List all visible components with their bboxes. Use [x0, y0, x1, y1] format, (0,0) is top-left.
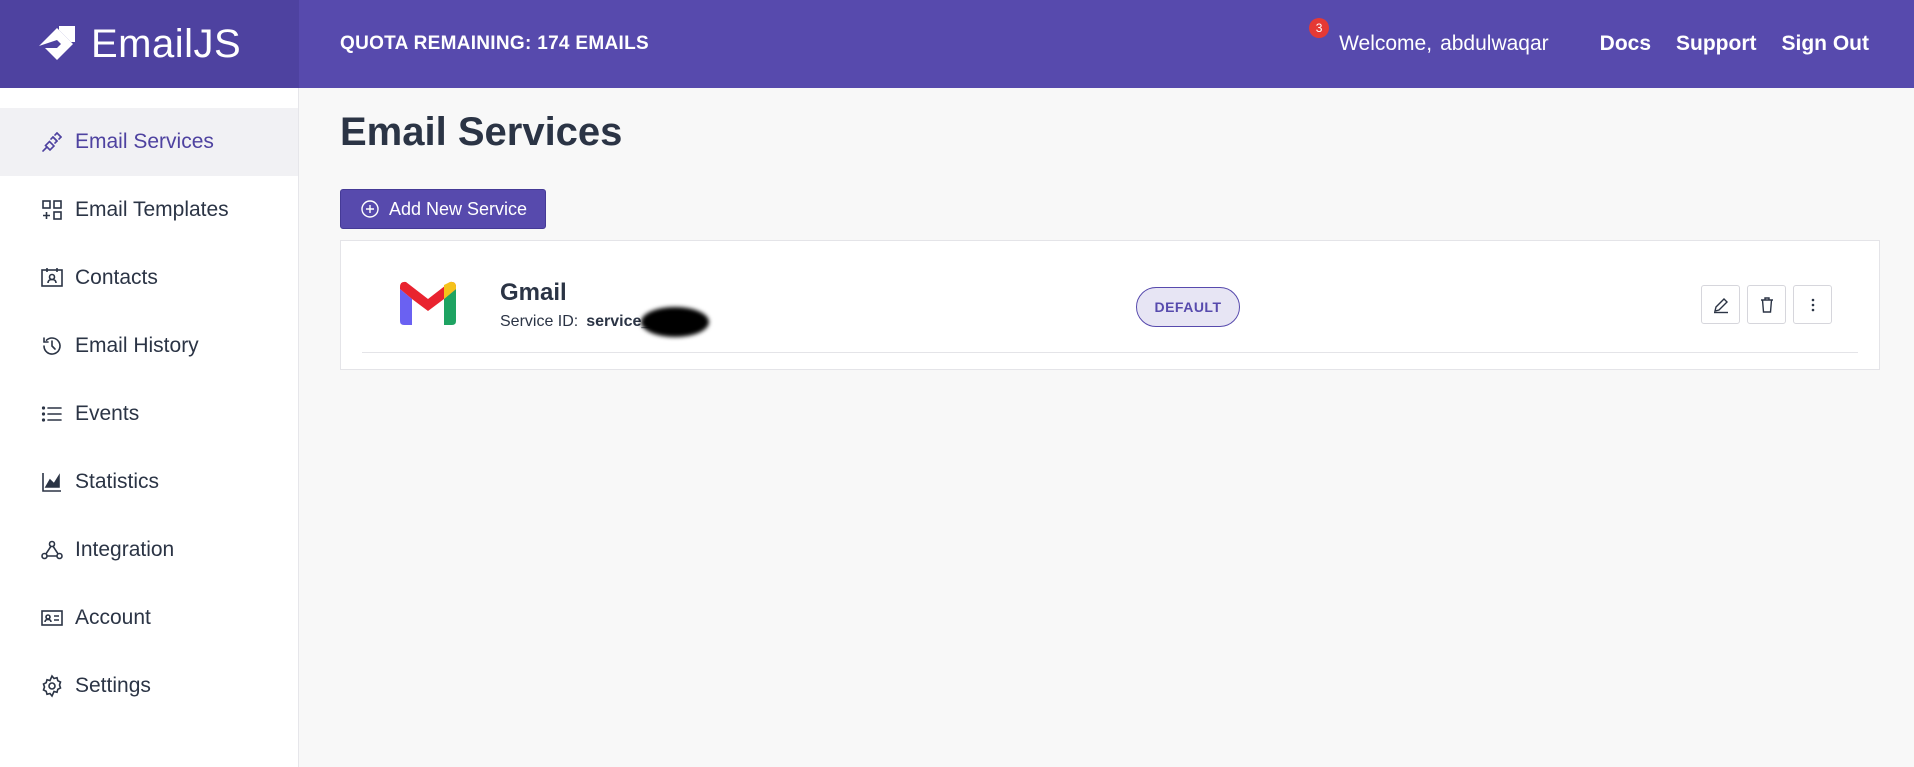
- trash-icon: [1760, 296, 1773, 313]
- templates-icon: [40, 198, 64, 222]
- history-icon: [40, 334, 64, 358]
- sidebar-item-integration[interactable]: Integration: [0, 516, 298, 584]
- sidebar-item-email-templates[interactable]: Email Templates: [0, 176, 298, 244]
- pencil-icon: [1713, 297, 1728, 313]
- sidebar-item-statistics[interactable]: Statistics: [0, 448, 298, 516]
- more-options-button[interactable]: [1793, 285, 1832, 324]
- sidebar-item-account[interactable]: Account: [0, 584, 298, 652]
- sidebar-item-label: Account: [75, 606, 151, 629]
- delete-button[interactable]: [1747, 285, 1786, 324]
- service-id-value: service_: [586, 307, 710, 337]
- sidebar-item-email-history[interactable]: Email History: [0, 312, 298, 380]
- logo[interactable]: EmailJS: [0, 0, 299, 88]
- edit-button[interactable]: [1701, 285, 1740, 324]
- service-id-label: Service ID:: [500, 313, 579, 330]
- id-card-icon: [40, 606, 64, 630]
- header-nav: 3 Welcome, abdulwaqar Docs Support Sign …: [1309, 0, 1870, 88]
- redaction-scribble: [641, 307, 710, 337]
- sign-out-link[interactable]: Sign Out: [1782, 32, 1870, 56]
- top-header: EmailJS QUOTA REMAINING: 174 EMAILS 3 We…: [0, 0, 1914, 88]
- sidebar: Email Services Email Templates Contacts …: [0, 88, 299, 767]
- add-new-service-label: Add New Service: [389, 198, 528, 219]
- quota-remaining: QUOTA REMAINING: 174 EMAILS: [340, 33, 649, 54]
- service-row[interactable]: Gmail Service ID: service_ DEFAULT: [362, 241, 1858, 353]
- notification-badge[interactable]: 3: [1309, 18, 1330, 38]
- service-name: Gmail: [500, 279, 567, 306]
- emailjs-logo-icon: [37, 24, 77, 64]
- plus-circle-icon: [361, 200, 379, 218]
- service-actions: [1701, 285, 1832, 324]
- sidebar-item-contacts[interactable]: Contacts: [0, 244, 298, 312]
- username[interactable]: abdulwaqar: [1440, 32, 1549, 56]
- sidebar-item-email-services[interactable]: Email Services: [0, 108, 298, 176]
- plug-icon: [40, 130, 64, 154]
- gear-icon: [40, 674, 64, 698]
- welcome-text: Welcome,: [1339, 32, 1433, 55]
- support-link[interactable]: Support: [1676, 32, 1756, 56]
- service-card: Gmail Service ID: service_ DEFAULT: [340, 240, 1880, 370]
- sidebar-item-label: Events: [75, 402, 140, 425]
- sidebar-item-label: Email History: [75, 334, 199, 357]
- sidebar-item-label: Integration: [75, 538, 175, 561]
- service-id: Service ID: service_: [500, 307, 710, 337]
- sidebar-item-label: Email Templates: [75, 198, 229, 221]
- page-title: Email Services: [340, 110, 623, 154]
- contacts-icon: [40, 266, 64, 290]
- add-new-service-button[interactable]: Add New Service: [340, 189, 546, 229]
- sidebar-item-settings[interactable]: Settings: [0, 652, 298, 720]
- default-badge: DEFAULT: [1136, 287, 1240, 327]
- chart-icon: [40, 470, 64, 494]
- more-vertical-icon: [1811, 298, 1814, 311]
- sidebar-item-label: Statistics: [75, 470, 160, 493]
- docs-link[interactable]: Docs: [1600, 32, 1651, 56]
- list-icon: [40, 402, 64, 426]
- sidebar-item-label: Contacts: [75, 266, 158, 289]
- logo-text: EmailJS: [91, 21, 242, 66]
- sidebar-item-label: Email Services: [75, 130, 214, 153]
- gmail-logo-icon: [400, 281, 456, 325]
- sidebar-item-label: Settings: [75, 674, 151, 697]
- welcome-area[interactable]: 3 Welcome, abdulwaqar: [1309, 18, 1549, 56]
- sidebar-item-events[interactable]: Events: [0, 380, 298, 448]
- integration-icon: [40, 538, 64, 562]
